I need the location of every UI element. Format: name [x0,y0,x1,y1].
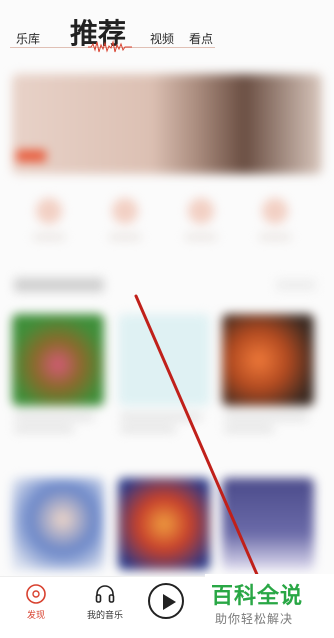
watermark-subtitle: 助你轻松解决 [215,612,294,626]
quick-entry-label [33,234,65,240]
playlist-cover[interactable] [222,314,314,406]
playlist-caption [224,414,308,420]
tab-library[interactable]: 乐库 [16,30,40,47]
quick-entry-icon[interactable] [188,198,214,224]
tab-watch[interactable]: 看点 [189,30,213,47]
section-title [14,278,104,292]
playlist-caption [120,414,202,420]
blurred-feed [0,58,334,578]
playlist-caption [120,426,176,432]
quick-entry-icon[interactable] [262,198,288,224]
music-app-screen: 乐库 推荐 视频 看点 发现 我的音乐 百科全说 助你轻松解决 [0,0,334,638]
headphones-icon [95,585,115,603]
active-tab-wave-icon [88,40,132,53]
nav-my-music-label: 我的音乐 [86,611,123,621]
playlist-cover[interactable] [12,478,104,570]
quick-entry-label [185,234,217,240]
nav-my-music[interactable]: 我的音乐 [80,583,130,621]
playlist-cover[interactable] [118,314,210,406]
play-button[interactable] [148,583,184,619]
section-more-link[interactable] [276,280,316,290]
playlist-caption [14,414,94,420]
quick-entry-label [109,234,141,240]
playlist-caption [14,426,74,432]
quick-entry-label [259,234,291,240]
nav-discover-label: 发现 [26,611,45,621]
banner-tag [16,150,46,162]
play-icon [163,594,176,610]
top-tab-bar: 乐库 推荐 视频 看点 [0,0,334,54]
playlist-caption [224,426,274,432]
watermark-title: 百科全说 [211,584,304,609]
banner-image[interactable] [12,74,322,174]
playlist-cover[interactable] [222,478,314,570]
watermark: 百科全说 助你轻松解决 [205,574,334,638]
playlist-cover[interactable] [12,314,104,406]
playlist-cover[interactable] [118,478,210,570]
disc-icon [26,584,46,604]
tab-video[interactable]: 视频 [150,30,174,47]
quick-entry-icon[interactable] [36,198,62,224]
nav-discover[interactable]: 发现 [18,583,54,621]
quick-entry-icon[interactable] [112,198,138,224]
